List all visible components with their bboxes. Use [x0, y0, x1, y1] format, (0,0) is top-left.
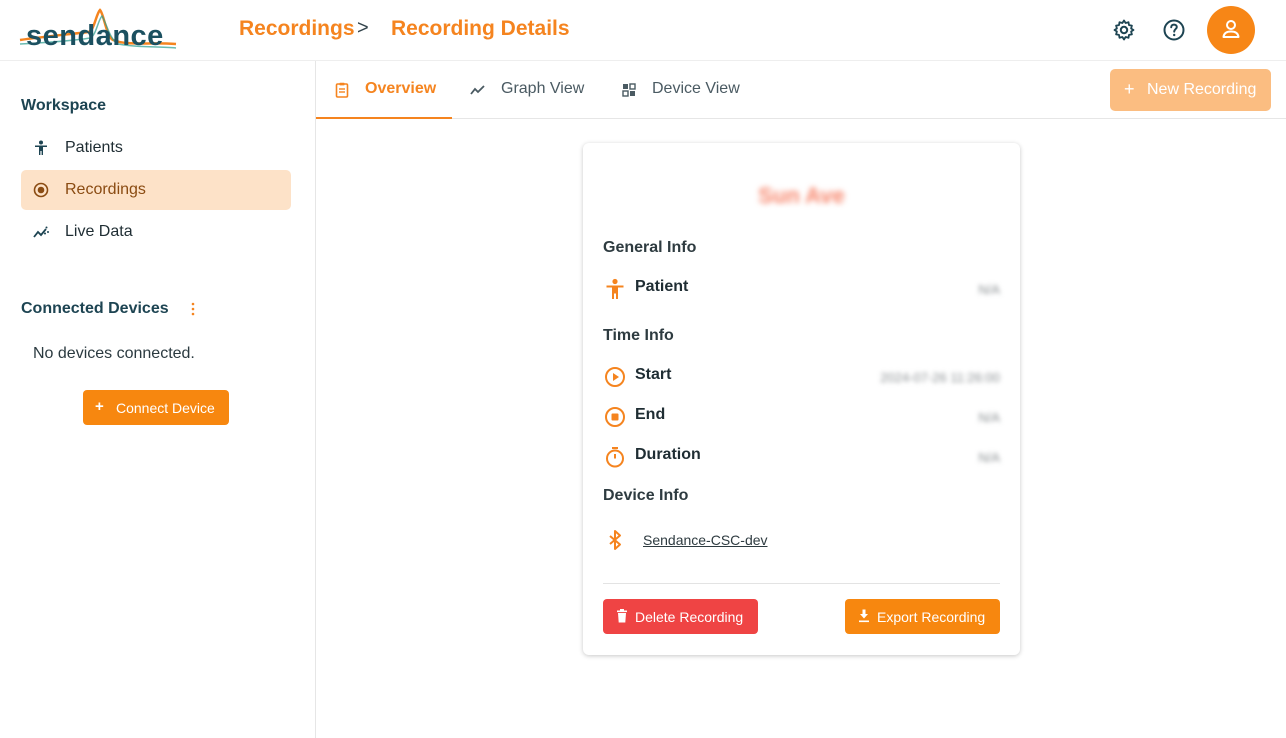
- breadcrumb-recording-details: Recording Details: [391, 17, 570, 40]
- gear-icon[interactable]: [1112, 18, 1136, 42]
- sidebar-item-label: Patients: [65, 139, 123, 156]
- delete-recording-label: Delete Recording: [635, 609, 744, 625]
- patient-label: Patient: [635, 278, 689, 295]
- tab-label: Device View: [652, 80, 740, 97]
- plus-icon: +: [95, 398, 104, 415]
- duration-value: N/A: [978, 450, 1000, 465]
- record-icon: [33, 182, 49, 198]
- end-label: End: [635, 406, 666, 423]
- user-icon: [1222, 20, 1240, 38]
- time-info-heading: Time Info: [603, 327, 674, 344]
- connected-devices-heading: Connected Devices: [21, 300, 169, 317]
- general-info-heading: General Info: [603, 239, 697, 256]
- person-icon: [606, 278, 624, 299]
- start-label: Start: [635, 366, 672, 383]
- new-recording-label: New Recording: [1147, 81, 1257, 98]
- recording-details-card: Sun Ave General Info Patient N/A Time In…: [583, 143, 1020, 655]
- user-avatar[interactable]: [1207, 6, 1255, 54]
- export-recording-button[interactable]: Export Recording: [845, 599, 1000, 634]
- device-info-heading: Device Info: [603, 487, 689, 504]
- bluetooth-icon: [609, 530, 621, 550]
- help-circle-icon[interactable]: [1162, 18, 1186, 42]
- play-circle-icon: [605, 367, 625, 387]
- sendance-logo[interactable]: sendance: [18, 6, 178, 56]
- logo-wordmark: sendance: [26, 20, 164, 52]
- recording-title: Sun Ave: [758, 183, 845, 208]
- breadcrumb-separator: >: [357, 17, 369, 39]
- connect-device-label: Connect Device: [116, 400, 215, 416]
- tab-device-view[interactable]: Device View: [619, 61, 749, 119]
- patient-value: N/A: [978, 282, 1000, 297]
- app-header: sendance Recordings > Recording Details: [0, 0, 1286, 61]
- sidebar-item-label: Live Data: [65, 223, 133, 240]
- workspace-heading: Workspace: [21, 97, 107, 114]
- tab-graph-view[interactable]: Graph View: [466, 61, 596, 119]
- graph-icon: [470, 85, 485, 95]
- delete-recording-button[interactable]: Delete Recording: [603, 599, 758, 634]
- device-grid-icon: [622, 83, 636, 97]
- sidebar-item-label: Recordings: [65, 181, 146, 198]
- stop-circle-icon: [605, 407, 625, 427]
- device-link[interactable]: Sendance-CSC-dev: [643, 532, 768, 548]
- connect-device-button[interactable]: + Connect Device: [83, 390, 229, 425]
- person-icon: [35, 140, 47, 155]
- tab-label: Graph View: [501, 80, 585, 97]
- card-divider: [603, 583, 1000, 584]
- end-value: N/A: [978, 410, 1000, 425]
- download-icon: [859, 609, 869, 623]
- sidebar-item-recordings[interactable]: Recordings: [21, 170, 291, 210]
- export-recording-label: Export Recording: [877, 609, 986, 625]
- new-recording-button[interactable]: + New Recording: [1110, 69, 1271, 111]
- start-value: 2024-07-26 11:26:00: [880, 370, 1000, 385]
- tab-label: Overview: [365, 80, 437, 97]
- more-vertical-icon[interactable]: [190, 301, 196, 317]
- tab-bar: Overview Graph View Device View + New Re…: [316, 61, 1286, 119]
- document-icon: [335, 82, 349, 98]
- sidebar-item-live-data[interactable]: Live Data: [21, 212, 291, 252]
- duration-label: Duration: [635, 446, 701, 463]
- breadcrumb-recordings[interactable]: Recordings: [239, 17, 355, 41]
- trend-icon: [33, 226, 49, 238]
- sidebar: Workspace Patients Recordings Live Data …: [0, 61, 316, 738]
- sidebar-item-patients[interactable]: Patients: [21, 128, 291, 168]
- tab-overview[interactable]: Overview: [316, 61, 452, 119]
- plus-icon: +: [1124, 79, 1135, 99]
- no-devices-message: No devices connected.: [33, 345, 195, 362]
- timer-icon: [606, 447, 624, 468]
- trash-icon: [617, 609, 627, 623]
